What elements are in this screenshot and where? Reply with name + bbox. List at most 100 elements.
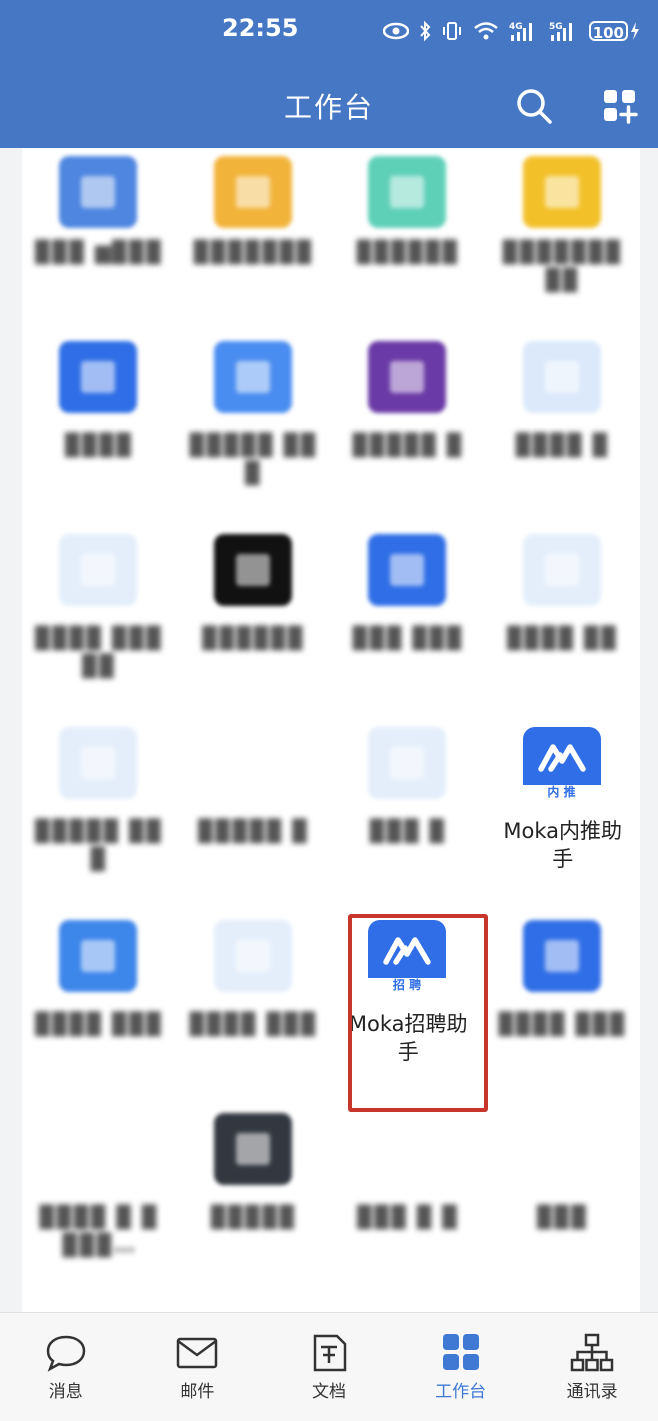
app-label: ▉▉▉▉▉ ▉▉▉: [35, 819, 164, 871]
battery-icon: 100: [588, 21, 628, 42]
svg-text:4G: 4G: [509, 22, 523, 32]
tab-label: 文档: [311, 1382, 346, 1402]
app-label: ▉▉▉▉▉ ▉: [352, 433, 464, 457]
tab-label: 工作台: [435, 1382, 487, 1402]
app-tile[interactable]: ▉▉▉▉▉▉: [177, 534, 332, 727]
status-time: 22:55: [222, 14, 299, 42]
blurred-app-icon: [522, 534, 601, 606]
app-label: ▉▉▉▉▉▉▉ ▉▉: [502, 240, 623, 292]
eye-icon: [382, 22, 409, 40]
app-tile[interactable]: ▉▉▉ ▉ ▉: [331, 1113, 486, 1306]
app-tile[interactable]: ▉▉▉▉ ▉▉▉▉▉: [22, 534, 177, 727]
blurred-app-icon: [368, 534, 446, 606]
vibrate-icon: [442, 22, 461, 40]
app-label: ▉▉▉▉▉▉: [202, 626, 306, 650]
tab-docs[interactable]: 文档: [263, 1313, 395, 1421]
app-tile[interactable]: ▉▉▉▉: [22, 341, 177, 534]
app-label: ▉▉▉▉▉▉: [356, 240, 460, 264]
blurred-app-icon: [213, 1113, 292, 1185]
blurred-app-icon: [59, 341, 137, 413]
app-badge-label: 内 推: [547, 785, 576, 799]
app-label: ▉▉▉▉▉ ▉: [198, 819, 310, 843]
app-label: ▉▉▉▉ ▉▉▉▉▉: [35, 626, 164, 678]
4g-signal-icon: 4G: [509, 22, 532, 41]
blurred-app-icon: [213, 534, 292, 606]
tab-label: 邮件: [180, 1382, 215, 1402]
app-label: ▉▉▉▉ ▉▉▉: [35, 1012, 164, 1036]
wifi-icon: [473, 22, 498, 40]
blurred-app-icon: [59, 534, 137, 606]
workbench-app-list[interactable]: ▉▉▉ ▆▉▉▉ ▉▉▉▉▉▉▉ ▉▉▉▉▉▉ ▉▉▉▉▉▉▉ ▉▉ ▉▉▉▉ ▉▉▉▉▉…: [22, 148, 640, 1312]
blurred-app-icon: [213, 920, 292, 992]
app-tile[interactable]: ▉▉▉▉ ▉ ▉ ▉▉▉…: [22, 1113, 177, 1306]
app-tile[interactable]: ▉▉▉▉▉▉▉: [177, 148, 332, 341]
app-label: ▉▉▉▉: [64, 433, 134, 457]
app-tile[interactable]: ▉▉▉▉ ▉▉▉: [22, 920, 177, 1113]
moka-referral-icon: 内 推: [522, 727, 601, 799]
blurred-app-icon: [522, 1113, 601, 1185]
app-tile[interactable]: ▉▉▉▉▉ ▉▉▉: [177, 341, 332, 534]
app-tile[interactable]: ▉▉▉▉ ▉▉▉: [486, 920, 641, 1113]
app-tile[interactable]: ▉▉▉▉▉ ▉▉▉: [22, 727, 177, 920]
page-title: 工作台: [283, 91, 374, 124]
app-tile[interactable]: ▉▉▉▉▉▉: [331, 148, 486, 341]
app-tile[interactable]: ▉▉▉▉ ▉: [486, 341, 641, 534]
bluetooth-icon: [419, 20, 431, 42]
svg-text:5G: 5G: [549, 22, 563, 32]
app-tile[interactable]: ▉▉▉▉▉▉▉ ▉▉: [486, 148, 641, 341]
app-label: ▉▉▉: [537, 1205, 589, 1229]
app-header: 22:55 4G 5G 100 工作台: [0, 0, 658, 148]
blurred-app-icon: [59, 156, 137, 228]
app-label: ▉▉▉ ▆▉▉▉: [35, 240, 164, 264]
app-label: ▉▉▉▉▉▉▉: [193, 240, 314, 264]
app-label: ▉▉▉▉▉: [210, 1205, 297, 1229]
tab-workbench[interactable]: 工作台: [395, 1313, 527, 1421]
app-tile[interactable]: ▉▉▉▉ ▉▉▉: [177, 920, 332, 1113]
blurred-app-icon: [522, 156, 601, 228]
add-app-icon[interactable]: [602, 88, 638, 124]
app-tile[interactable]: ▉▉▉ ▉: [331, 727, 486, 920]
app-tile[interactable]: ▉▉▉ ▉▉▉: [331, 534, 486, 727]
app-label: ▉▉▉▉ ▉: [515, 433, 610, 457]
blurred-app-icon: [368, 156, 446, 228]
app-tile[interactable]: ▉▉▉▉▉: [177, 1113, 332, 1306]
app-tile[interactable]: ▉▉▉▉ ▉▉: [486, 534, 641, 727]
app-label: ▉▉▉ ▉ ▉: [357, 1205, 460, 1229]
app-tile[interactable]: 招 聘 Moka招聘助手: [331, 920, 486, 1113]
blurred-app-icon: [59, 727, 137, 799]
blurred-app-icon: [213, 727, 292, 799]
blurred-app-icon: [59, 920, 137, 992]
app-tile[interactable]: ▉▉▉ ▆▉▉▉: [22, 148, 177, 341]
app-grid: ▉▉▉ ▆▉▉▉ ▉▉▉▉▉▉▉ ▉▉▉▉▉▉ ▉▉▉▉▉▉▉ ▉▉ ▉▉▉▉ ▉▉▉▉▉…: [22, 148, 640, 1306]
5g-signal-icon: 5G: [549, 22, 572, 41]
status-icons: 4G 5G 100: [382, 16, 640, 46]
tab-contacts[interactable]: 通讯录: [526, 1313, 658, 1421]
app-label: ▉▉▉▉ ▉▉: [507, 626, 619, 650]
app-label: Moka招聘助手: [348, 1012, 468, 1064]
blurred-app-icon: [59, 1113, 137, 1185]
blurred-app-icon: [213, 341, 292, 413]
charging-icon: [631, 22, 639, 40]
battery-indicator: 100: [588, 21, 640, 42]
blurred-app-icon: [368, 1113, 446, 1185]
app-tile[interactable]: ▉▉▉▉▉ ▉: [331, 341, 486, 534]
blurred-app-icon: [368, 341, 446, 413]
tab-messages[interactable]: 消息: [0, 1313, 132, 1421]
navigation-bar: 工作台: [0, 62, 658, 148]
app-label: Moka内推助手: [503, 819, 623, 871]
app-tile[interactable]: 内 推 Moka内推助手: [486, 727, 641, 920]
blurred-app-icon: [522, 920, 601, 992]
bottom-tab-bar: 消息 邮件 文档 工作台 通讯录: [0, 1312, 658, 1421]
app-label: ▉▉▉▉ ▉ ▉ ▉▉▉…: [39, 1205, 160, 1257]
app-label: ▉▉▉▉▉ ▉▉▉: [189, 433, 318, 485]
app-label: ▉▉▉ ▉▉▉: [352, 626, 464, 650]
tab-mail[interactable]: 邮件: [132, 1313, 264, 1421]
search-icon[interactable]: [514, 86, 554, 126]
moka-recruit-icon: 招 聘: [368, 920, 446, 992]
tab-label: 通讯录: [566, 1382, 618, 1402]
app-tile[interactable]: ▉▉▉▉▉ ▉: [177, 727, 332, 920]
app-tile[interactable]: ▉▉▉: [486, 1113, 641, 1306]
app-badge-label: 招 聘: [392, 978, 422, 992]
app-label: ▉▉▉▉ ▉▉▉: [498, 1012, 627, 1036]
app-label: ▉▉▉ ▉: [369, 819, 447, 843]
